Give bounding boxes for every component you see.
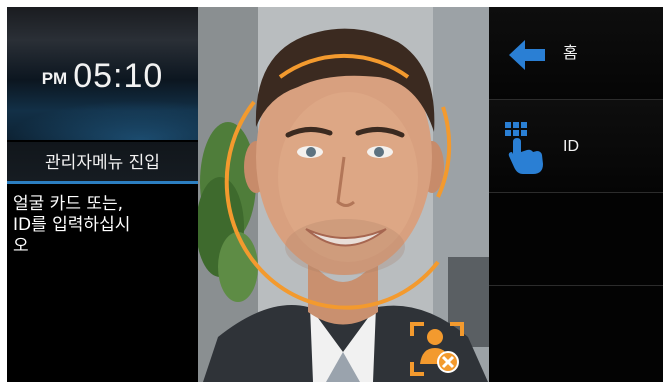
terminal-screen: PM 05:10 관리자메뉴 진입 얼굴 카드 또는, ID를 입력하십시 오 (7, 7, 663, 382)
empty-slot (489, 286, 663, 382)
left-panel: PM 05:10 관리자메뉴 진입 얼굴 카드 또는, ID를 입력하십시 오 (7, 7, 198, 382)
empty-slot (489, 193, 663, 286)
arrow-left-icon (509, 40, 545, 70)
id-label: ID (563, 138, 579, 155)
id-button[interactable]: ID (489, 100, 663, 193)
home-button[interactable]: 홈 (489, 7, 663, 100)
instruction-line: 얼굴 카드 또는, (13, 194, 124, 214)
right-panel: 홈 ID (489, 7, 663, 382)
clock-ampm: PM (41, 69, 68, 88)
clock-display: PM 05:10 (7, 57, 198, 96)
home-label: 홈 (563, 45, 578, 62)
instruction-line: ID를 입력하십시 (13, 215, 131, 235)
admin-menu-button[interactable]: 관리자메뉴 진입 (7, 142, 198, 184)
clock-time: 05:10 (73, 57, 164, 95)
camera-preview (198, 7, 489, 382)
instruction-text: 얼굴 카드 또는, ID를 입력하십시 오 (13, 194, 193, 257)
keypad-hand-icon (505, 122, 543, 174)
face-cancel-icon (410, 322, 464, 376)
instruction-line: 오 (13, 236, 29, 256)
clock-panel: PM 05:10 (7, 7, 198, 140)
